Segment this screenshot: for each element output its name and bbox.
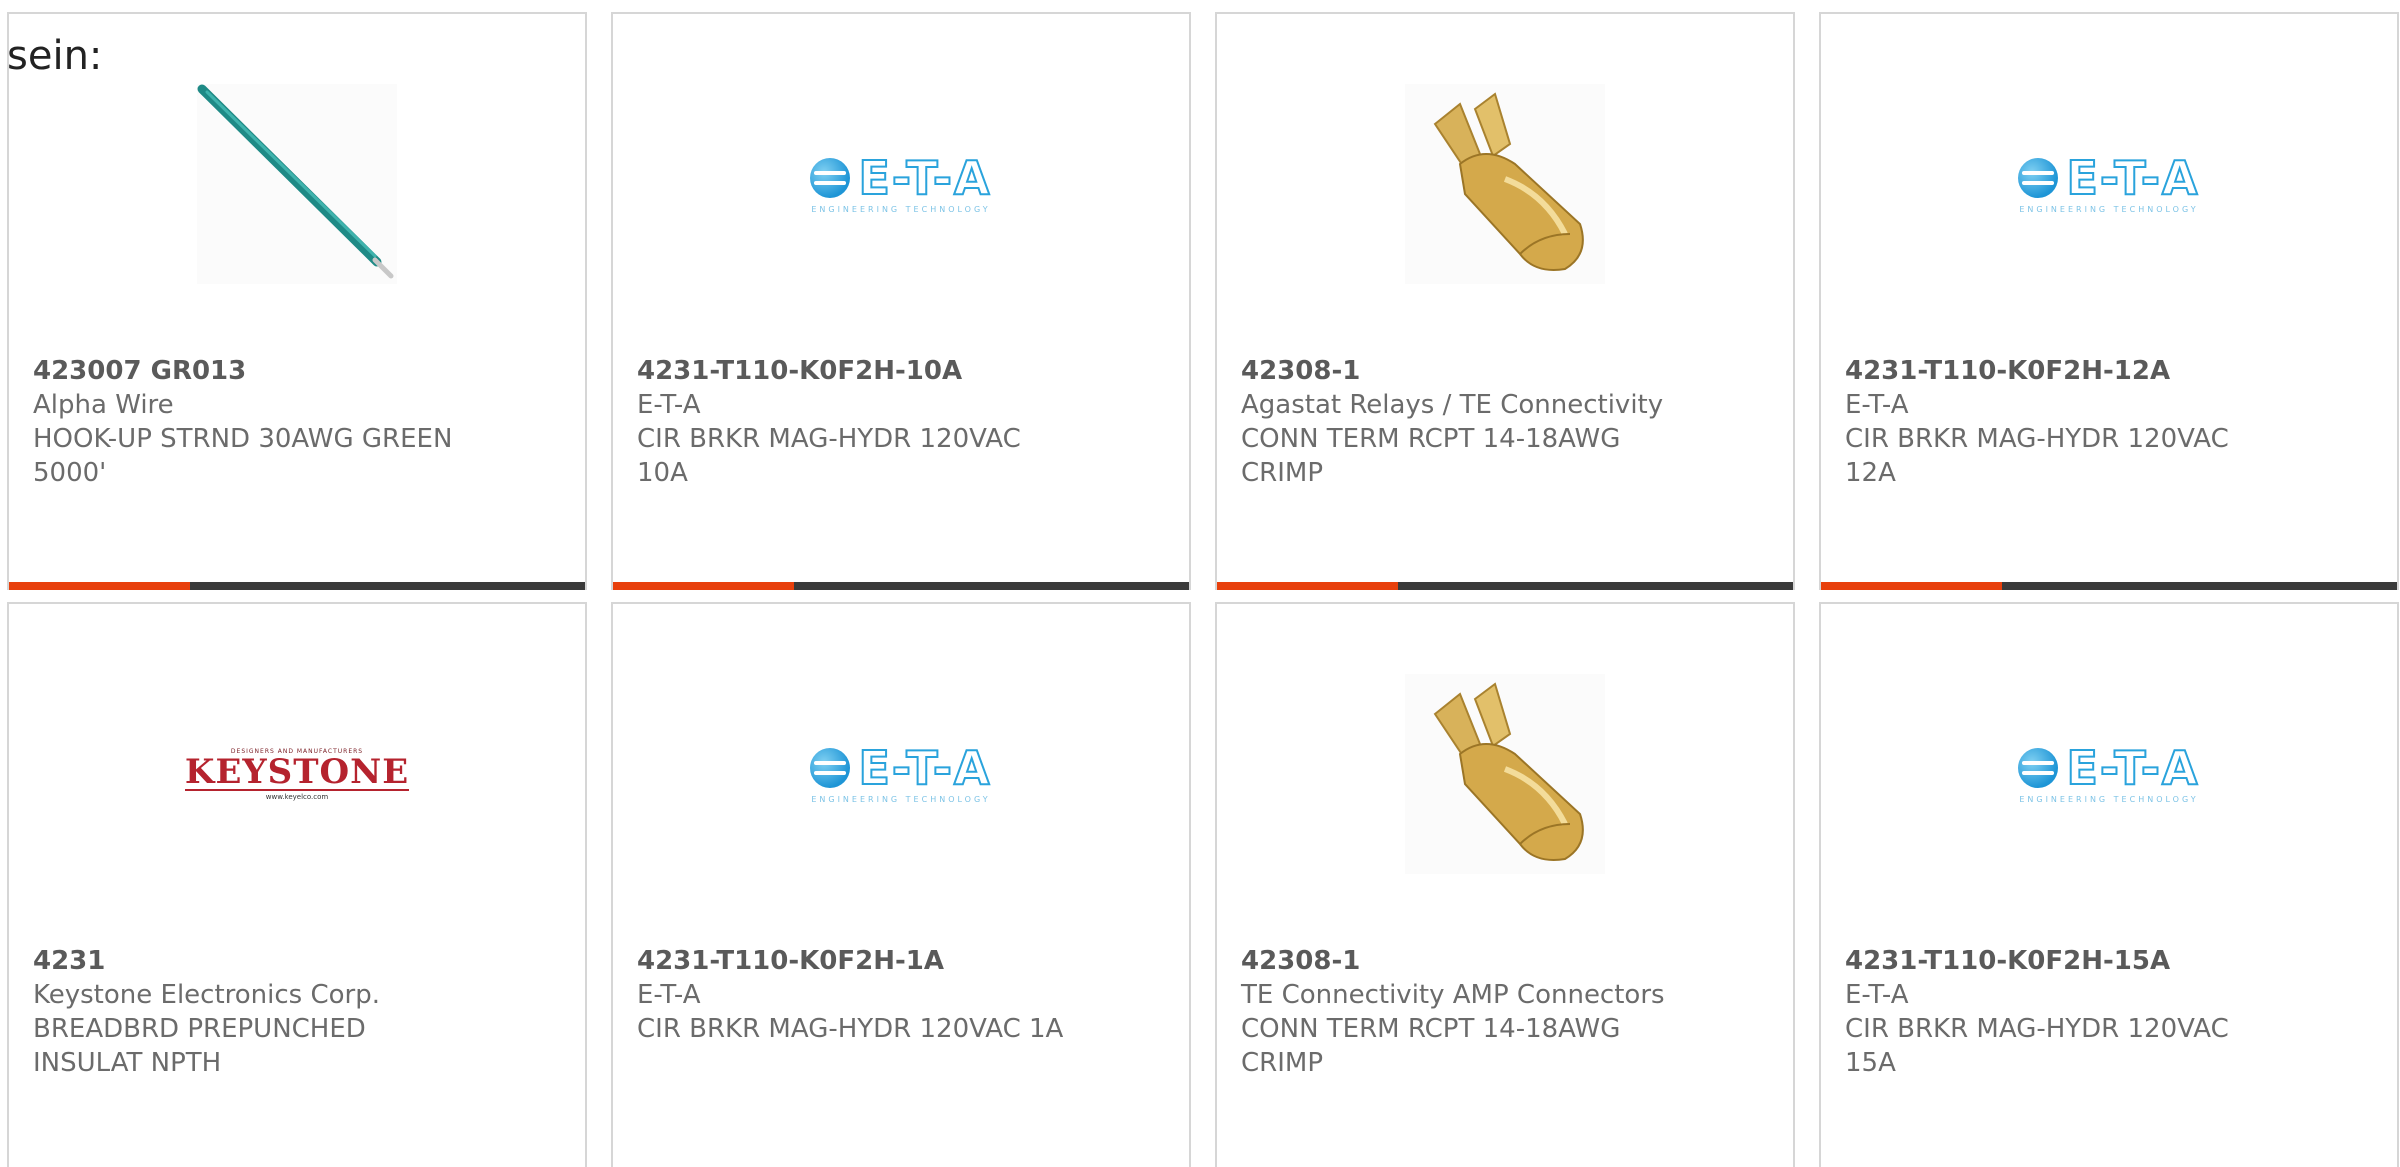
card-bar: [1821, 582, 2397, 590]
keystone-logo: DESIGNERS AND MANUFACTURERS KEYSTONE www…: [184, 748, 410, 801]
card-accent: [1217, 582, 1398, 590]
card-accent: [613, 582, 794, 590]
product-info: 423007 GR013 Alpha Wire HOOK-UP STRND 30…: [33, 354, 561, 490]
part-number-link[interactable]: 42308-1: [1241, 356, 1360, 386]
product-image: E-T-A ENGINEERING TECHNOLOGY: [801, 84, 1001, 284]
logo-text: E-T-A: [857, 150, 992, 205]
globe-icon: [810, 157, 851, 198]
logo-subtext: ENGINEERING TECHNOLOGY: [2019, 794, 2199, 804]
description: CONN TERM RCPT 14-18AWG CRIMP: [1241, 424, 1621, 488]
description: CONN TERM RCPT 14-18AWG CRIMP: [1241, 1014, 1621, 1078]
card-accent: [9, 582, 190, 590]
product-grid-page: sein: 423007 GR013 Alpha Wire HOOK-UP ST…: [0, 0, 2400, 1167]
part-number-link[interactable]: 4231-T110-K0F2H-10A: [637, 356, 962, 386]
part-number-link[interactable]: 4231-T110-K0F2H-1A: [637, 946, 944, 976]
card-bar: [613, 582, 1189, 590]
product-card[interactable]: E-T-A ENGINEERING TECHNOLOGY 4231-T110-K…: [1819, 602, 2399, 1167]
eta-logo: E-T-A ENGINEERING TECHNOLOGY: [2018, 740, 2200, 804]
product-info: 4231-T110-K0F2H-12A E-T-A CIR BRKR MAG-H…: [1845, 354, 2373, 490]
globe-icon: [2018, 747, 2059, 788]
part-number-link[interactable]: 4231-T110-K0F2H-15A: [1845, 946, 2170, 976]
logo-text: KEYSTONE: [184, 751, 410, 792]
logo-text: E-T-A: [857, 740, 992, 795]
description: CIR BRKR MAG-HYDR 120VAC 10A: [637, 424, 1021, 488]
logo-text: E-T-A: [2065, 740, 2200, 795]
product-info: 4231-T110-K0F2H-1A E-T-A CIR BRKR MAG-HY…: [637, 944, 1165, 1046]
manufacturer: E-T-A: [637, 980, 701, 1010]
product-info: 4231-T110-K0F2H-10A E-T-A CIR BRKR MAG-H…: [637, 354, 1165, 490]
crimp-terminal-image: [1405, 674, 1605, 874]
product-card[interactable]: 42308-1 Agastat Relays / TE Connectivity…: [1215, 12, 1795, 590]
eta-logo: E-T-A ENGINEERING TECHNOLOGY: [810, 150, 992, 214]
product-image: E-T-A ENGINEERING TECHNOLOGY: [801, 674, 1001, 874]
green-wire-image: [197, 84, 397, 284]
part-number-link[interactable]: 4231: [33, 946, 105, 976]
product-image: [1405, 674, 1605, 874]
product-card[interactable]: E-T-A ENGINEERING TECHNOLOGY 4231-T110-K…: [1819, 12, 2399, 590]
product-grid: 423007 GR013 Alpha Wire HOOK-UP STRND 30…: [7, 12, 2399, 1167]
globe-icon: [2018, 157, 2059, 198]
product-card[interactable]: E-T-A ENGINEERING TECHNOLOGY 4231-T110-K…: [611, 602, 1191, 1167]
product-card[interactable]: 423007 GR013 Alpha Wire HOOK-UP STRND 30…: [7, 12, 587, 590]
lead-text: sein:: [7, 33, 103, 79]
logo-subtext: ENGINEERING TECHNOLOGY: [811, 794, 991, 804]
manufacturer: TE Connectivity AMP Connectors: [1241, 980, 1665, 1010]
manufacturer: Alpha Wire: [33, 390, 174, 420]
description: BREADBRD PREPUNCHED INSULAT NPTH: [33, 1014, 366, 1078]
crimp-terminal-image: [1405, 84, 1605, 284]
product-card[interactable]: DESIGNERS AND MANUFACTURERS KEYSTONE www…: [7, 602, 587, 1167]
product-info: 42308-1 Agastat Relays / TE Connectivity…: [1241, 354, 1769, 490]
part-number-link[interactable]: 42308-1: [1241, 946, 1360, 976]
manufacturer: E-T-A: [1845, 980, 1909, 1010]
card-bar: [9, 582, 585, 590]
card-bar: [1217, 582, 1793, 590]
product-image: DESIGNERS AND MANUFACTURERS KEYSTONE www…: [184, 674, 410, 874]
product-image: [1405, 84, 1605, 284]
card-accent: [1821, 582, 2002, 590]
product-image: [197, 84, 397, 284]
part-number-link[interactable]: 423007 GR013: [33, 356, 246, 386]
manufacturer: Keystone Electronics Corp.: [33, 980, 381, 1010]
product-info: 4231-T110-K0F2H-15A E-T-A CIR BRKR MAG-H…: [1845, 944, 2373, 1080]
description: CIR BRKR MAG-HYDR 120VAC 12A: [1845, 424, 2229, 488]
product-image: E-T-A ENGINEERING TECHNOLOGY: [2009, 84, 2209, 284]
product-info: 42308-1 TE Connectivity AMP Connectors C…: [1241, 944, 1769, 1080]
globe-icon: [810, 747, 851, 788]
product-card[interactable]: E-T-A ENGINEERING TECHNOLOGY 4231-T110-K…: [611, 12, 1191, 590]
part-number-link[interactable]: 4231-T110-K0F2H-12A: [1845, 356, 2170, 386]
description: CIR BRKR MAG-HYDR 120VAC 15A: [1845, 1014, 2229, 1078]
eta-logo: E-T-A ENGINEERING TECHNOLOGY: [2018, 150, 2200, 214]
manufacturer: E-T-A: [1845, 390, 1909, 420]
product-card[interactable]: 42308-1 TE Connectivity AMP Connectors C…: [1215, 602, 1795, 1167]
product-image: E-T-A ENGINEERING TECHNOLOGY: [2009, 674, 2209, 874]
logo-text: E-T-A: [2065, 150, 2200, 205]
description: HOOK-UP STRND 30AWG GREEN 5000': [33, 424, 453, 488]
product-info: 4231 Keystone Electronics Corp. BREADBRD…: [33, 944, 561, 1080]
manufacturer: E-T-A: [637, 390, 701, 420]
logo-subtext: ENGINEERING TECHNOLOGY: [811, 204, 991, 214]
manufacturer: Agastat Relays / TE Connectivity: [1241, 390, 1664, 420]
eta-logo: E-T-A ENGINEERING TECHNOLOGY: [810, 740, 992, 804]
logo-subtext: ENGINEERING TECHNOLOGY: [2019, 204, 2199, 214]
logo-url: www.keyelco.com: [265, 792, 329, 801]
description: CIR BRKR MAG-HYDR 120VAC 1A: [637, 1014, 1064, 1044]
